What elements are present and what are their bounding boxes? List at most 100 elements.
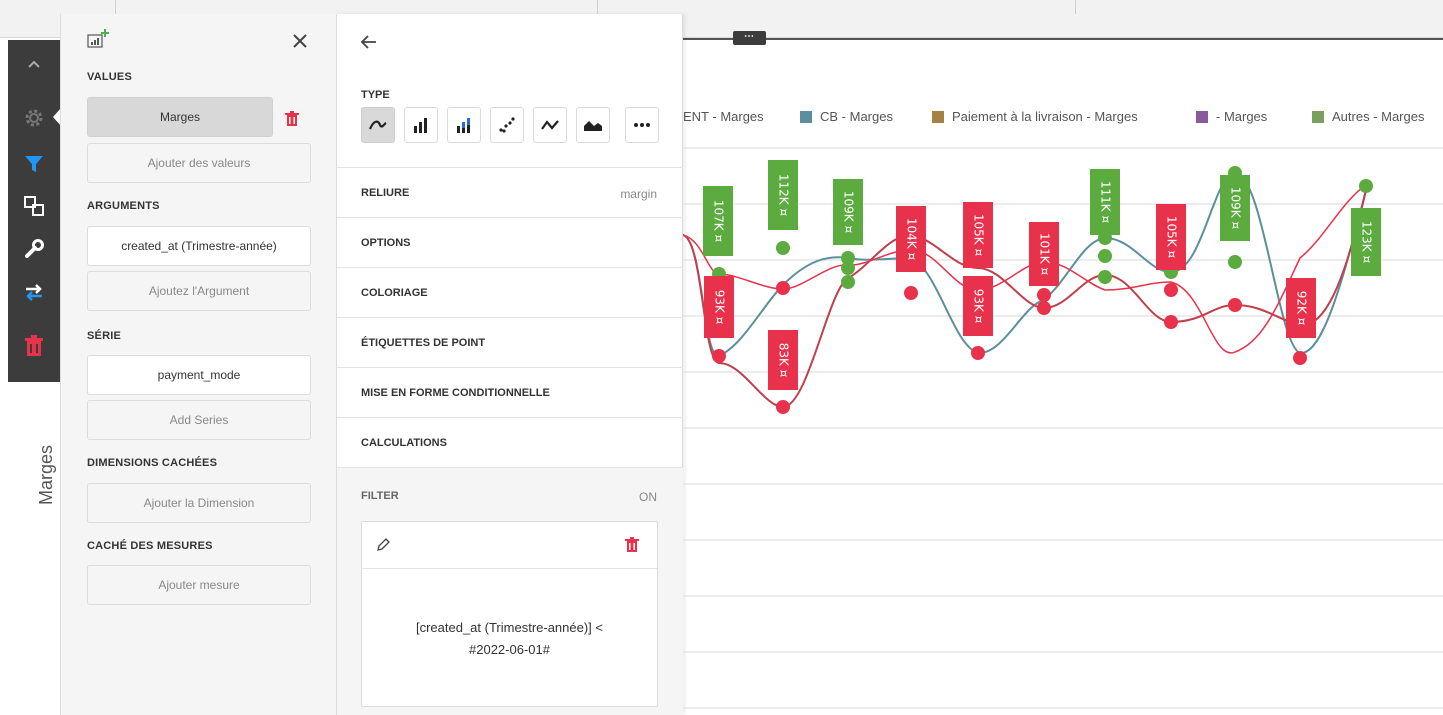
data-point (712, 349, 726, 363)
wrench-icon[interactable] (18, 233, 50, 265)
option-label: OPTIONS (361, 237, 411, 249)
point-label: 93K ¤ (963, 276, 993, 336)
data-point (1293, 351, 1307, 365)
add-dimension-button[interactable]: Ajouter la Dimension (87, 483, 311, 523)
option-label: RELIURE (361, 187, 410, 199)
data-point (1164, 283, 1178, 297)
svg-text:107K ¤: 107K ¤ (712, 200, 726, 243)
point-label: 93K ¤ (704, 276, 734, 338)
option-value: margin (620, 187, 657, 201)
data-point (1164, 315, 1178, 329)
filter-card-header (362, 522, 657, 569)
data-point (776, 400, 790, 414)
interactivity-icon[interactable] (18, 276, 50, 308)
pencil-icon[interactable] (376, 538, 392, 554)
add-series-button[interactable]: Add Series (87, 400, 311, 440)
svg-text:105K ¤: 105K ¤ (1165, 216, 1179, 259)
chart-type-line[interactable] (533, 107, 567, 143)
point-label: 105K ¤ (963, 202, 993, 268)
data-point (841, 261, 855, 275)
hidden-dimensions-title: DIMENSIONS CACHÉES (87, 457, 218, 469)
chart-type-spline[interactable] (361, 107, 395, 143)
data-point (1359, 179, 1373, 193)
point-label: 83K ¤ (768, 330, 798, 390)
svg-text:112K ¤: 112K ¤ (777, 174, 791, 217)
delete-filter-icon[interactable] (625, 537, 641, 555)
svg-text:93K ¤: 93K ¤ (713, 290, 727, 325)
series-item[interactable]: payment_mode (87, 355, 311, 395)
top-separator (1075, 0, 1076, 14)
option-conditional-formatting[interactable]: MISE EN FORME CONDITIONNELLE (337, 367, 683, 417)
series-points-cb (712, 346, 1307, 414)
data-point (1098, 249, 1112, 263)
filter-expression-line: #2022-06-01# (469, 642, 550, 657)
data-point (1228, 255, 1242, 269)
argument-item[interactable]: created_at (Trimestre-année) (87, 226, 311, 266)
gear-icon[interactable] (18, 102, 50, 134)
filter-state[interactable]: ON (639, 490, 657, 504)
option-label: COLORIAGE (361, 287, 428, 299)
option-point-labels[interactable]: ÉTIQUETTES DE POINT (337, 317, 683, 367)
svg-text:123K ¤: 123K ¤ (1360, 221, 1374, 264)
point-label: 111K ¤ (1090, 169, 1120, 235)
point-label: 123K ¤ (1351, 208, 1381, 276)
add-values-button[interactable]: Ajouter des valeurs (87, 143, 311, 183)
chart-type-bar[interactable] (404, 107, 438, 143)
data-point (1098, 270, 1112, 284)
add-measure-button[interactable]: Ajouter mesure (87, 565, 311, 605)
values-title: VALUES (87, 71, 133, 83)
filter-label: FILTER (361, 490, 399, 502)
option-binding[interactable]: RELIURE margin (337, 167, 683, 217)
chart-type-scatter[interactable] (490, 107, 524, 143)
svg-text:105K ¤: 105K ¤ (972, 214, 986, 257)
chart-type-more[interactable] (625, 107, 659, 143)
svg-text:93K ¤: 93K ¤ (972, 289, 986, 324)
data-point (776, 241, 790, 255)
arguments-title: ARGUMENTS (87, 200, 160, 212)
option-label: CALCULATIONS (361, 437, 447, 449)
add-argument-button[interactable]: Ajoutez l'Argument (87, 271, 311, 311)
option-label: MISE EN FORME CONDITIONNELLE (361, 387, 550, 399)
hidden-measures-title: CACHÉ DES MESURES (87, 540, 213, 552)
values-item-marges[interactable]: Marges (87, 97, 273, 137)
svg-text:109K ¤: 109K ¤ (1229, 187, 1243, 230)
data-point (1037, 301, 1051, 315)
convert-icon[interactable] (18, 190, 50, 222)
data-point (1037, 288, 1051, 302)
filter-section: FILTER ON [created_at (Trimestre-année)]… (337, 467, 683, 715)
binding-panel: VALUES Marges Ajouter des valeurs ARGUME… (60, 14, 337, 715)
series-title: SÉRIE (87, 330, 122, 342)
filter-card: [created_at (Trimestre-année)] < #2022-0… (361, 521, 658, 707)
delete-value-icon[interactable] (285, 111, 303, 129)
item-toolbar (8, 40, 61, 715)
top-separator (597, 0, 598, 14)
type-label: TYPE (361, 89, 390, 101)
chart-type-area[interactable] (576, 107, 610, 143)
point-label: 104K ¤ (896, 206, 926, 272)
filter-expression-line: [created_at (Trimestre-année)] < (415, 620, 603, 635)
trash-icon[interactable] (18, 330, 50, 362)
point-label: 112K ¤ (768, 160, 798, 230)
gridlines (683, 147, 1443, 709)
chart-plot: 107K ¤ 112K ¤ 109K ¤ 111K ¤ 109K ¤ 123K … (683, 147, 1443, 709)
point-label: 107K ¤ (703, 186, 733, 256)
chart-type-stacked-bar[interactable] (447, 107, 481, 143)
svg-text:104K ¤: 104K ¤ (905, 218, 919, 261)
back-arrow-icon[interactable] (359, 32, 381, 54)
filter-expression: [created_at (Trimestre-année)] < #2022-0… (372, 617, 647, 661)
point-label: 109K ¤ (833, 179, 863, 245)
svg-text:109K ¤: 109K ¤ (842, 191, 856, 234)
close-icon[interactable] (289, 30, 313, 54)
data-point (841, 275, 855, 289)
collapse-up-icon[interactable] (18, 48, 50, 80)
add-chart-icon (87, 28, 113, 50)
svg-text:92K ¤: 92K ¤ (1295, 291, 1309, 326)
option-calculations[interactable]: CALCULATIONS (337, 417, 683, 467)
filter-icon[interactable] (18, 148, 50, 180)
data-point (776, 281, 790, 295)
data-point (1228, 298, 1242, 312)
option-options[interactable]: OPTIONS (337, 217, 683, 267)
point-label: 105K ¤ (1156, 204, 1186, 270)
point-label: 109K ¤ (1220, 175, 1250, 241)
option-coloring[interactable]: COLORIAGE (337, 267, 683, 317)
